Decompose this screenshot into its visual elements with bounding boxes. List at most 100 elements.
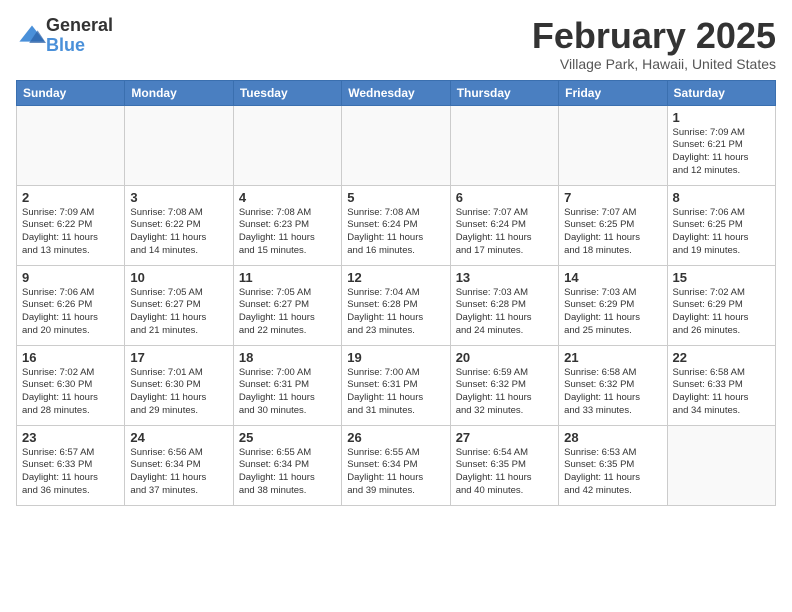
day-cell-0-4 [450, 105, 558, 185]
title-block: February 2025 Village Park, Hawaii, Unit… [532, 16, 776, 72]
day-info: Sunrise: 7:07 AM Sunset: 6:24 PM Dayligh… [456, 207, 553, 258]
day-cell-1-3: 5 Sunrise: 7:08 AM Sunset: 6:24 PM Daylig… [342, 185, 450, 265]
day-number: 23 [22, 430, 119, 445]
day-cell-4-2: 25 Sunrise: 6:55 AM Sunset: 6:34 PM Dayli… [233, 425, 341, 505]
day-info: Sunrise: 7:03 AM Sunset: 6:28 PM Dayligh… [456, 287, 553, 338]
logo-blue-label: Blue [46, 36, 113, 56]
day-number: 15 [673, 270, 770, 285]
day-info: Sunrise: 7:01 AM Sunset: 6:30 PM Dayligh… [130, 367, 227, 418]
day-number: 13 [456, 270, 553, 285]
day-number: 18 [239, 350, 336, 365]
day-number: 10 [130, 270, 227, 285]
day-cell-0-1 [125, 105, 233, 185]
col-monday: Monday [125, 80, 233, 105]
day-cell-1-2: 4 Sunrise: 7:08 AM Sunset: 6:23 PM Daylig… [233, 185, 341, 265]
day-info: Sunrise: 6:59 AM Sunset: 6:32 PM Dayligh… [456, 367, 553, 418]
col-tuesday: Tuesday [233, 80, 341, 105]
day-cell-3-6: 22Sunrise: 6:58 AM Sunset: 6:33 PM Dayli… [667, 345, 775, 425]
day-info: Sunrise: 7:06 AM Sunset: 6:26 PM Dayligh… [22, 287, 119, 338]
calendar-header: Sunday Monday Tuesday Wednesday Thursday… [17, 80, 776, 105]
day-number: 24 [130, 430, 227, 445]
day-number: 11 [239, 270, 336, 285]
day-info: Sunrise: 7:05 AM Sunset: 6:27 PM Dayligh… [239, 287, 336, 338]
calendar-table: Sunday Monday Tuesday Wednesday Thursday… [16, 80, 776, 506]
week-row-0: 1Sunrise: 7:09 AM Sunset: 6:21 PM Daylig… [17, 105, 776, 185]
week-row-2: 9Sunrise: 7:06 AM Sunset: 6:26 PM Daylig… [17, 265, 776, 345]
day-info: Sunrise: 7:08 AM Sunset: 6:23 PM Dayligh… [239, 207, 336, 258]
day-number: 16 [22, 350, 119, 365]
day-cell-3-1: 17 Sunrise: 7:01 AM Sunset: 6:30 PM Dayli… [125, 345, 233, 425]
day-info: Sunrise: 7:00 AM Sunset: 6:31 PM Dayligh… [347, 367, 444, 418]
day-cell-0-5 [559, 105, 667, 185]
day-number: 26 [347, 430, 444, 445]
day-cell-1-6: 8Sunrise: 7:06 AM Sunset: 6:25 PM Daylig… [667, 185, 775, 265]
day-info: Sunrise: 7:07 AM Sunset: 6:25 PM Dayligh… [564, 207, 661, 258]
col-sunday: Sunday [17, 80, 125, 105]
day-cell-2-4: 13 Sunrise: 7:03 AM Sunset: 6:28 PM Dayli… [450, 265, 558, 345]
day-info: Sunrise: 7:02 AM Sunset: 6:30 PM Dayligh… [22, 367, 119, 418]
day-number: 6 [456, 190, 553, 205]
header: General Blue February 2025 Village Park,… [16, 16, 776, 72]
day-number: 21 [564, 350, 661, 365]
day-number: 28 [564, 430, 661, 445]
logo-icon [18, 22, 46, 50]
col-friday: Friday [559, 80, 667, 105]
day-info: Sunrise: 6:56 AM Sunset: 6:34 PM Dayligh… [130, 447, 227, 498]
week-row-3: 16 Sunrise: 7:02 AM Sunset: 6:30 PM Dayli… [17, 345, 776, 425]
col-thursday: Thursday [450, 80, 558, 105]
day-cell-4-5: 28 Sunrise: 6:53 AM Sunset: 6:35 PM Dayli… [559, 425, 667, 505]
day-number: 4 [239, 190, 336, 205]
day-cell-4-0: 23 Sunrise: 6:57 AM Sunset: 6:33 PM Dayli… [17, 425, 125, 505]
day-cell-2-1: 10 Sunrise: 7:05 AM Sunset: 6:27 PM Dayli… [125, 265, 233, 345]
day-info: Sunrise: 6:58 AM Sunset: 6:32 PM Dayligh… [564, 367, 661, 418]
day-info: Sunrise: 6:55 AM Sunset: 6:34 PM Dayligh… [347, 447, 444, 498]
day-number: 17 [130, 350, 227, 365]
day-cell-1-5: 7Sunrise: 7:07 AM Sunset: 6:25 PM Daylig… [559, 185, 667, 265]
day-info: Sunrise: 7:00 AM Sunset: 6:31 PM Dayligh… [239, 367, 336, 418]
day-cell-2-5: 14 Sunrise: 7:03 AM Sunset: 6:29 PM Dayli… [559, 265, 667, 345]
page: General Blue February 2025 Village Park,… [0, 0, 792, 514]
day-info: Sunrise: 6:57 AM Sunset: 6:33 PM Dayligh… [22, 447, 119, 498]
day-cell-2-6: 15 Sunrise: 7:02 AM Sunset: 6:29 PM Dayli… [667, 265, 775, 345]
day-number: 5 [347, 190, 444, 205]
day-number: 12 [347, 270, 444, 285]
day-info: Sunrise: 6:55 AM Sunset: 6:34 PM Dayligh… [239, 447, 336, 498]
day-number: 25 [239, 430, 336, 445]
location-subtitle: Village Park, Hawaii, United States [532, 56, 776, 72]
header-row: Sunday Monday Tuesday Wednesday Thursday… [17, 80, 776, 105]
day-cell-1-1: 3Sunrise: 7:08 AM Sunset: 6:22 PM Daylig… [125, 185, 233, 265]
day-cell-2-0: 9Sunrise: 7:06 AM Sunset: 6:26 PM Daylig… [17, 265, 125, 345]
day-cell-4-1: 24 Sunrise: 6:56 AM Sunset: 6:34 PM Dayli… [125, 425, 233, 505]
day-cell-1-0: 2Sunrise: 7:09 AM Sunset: 6:22 PM Daylig… [17, 185, 125, 265]
week-row-1: 2Sunrise: 7:09 AM Sunset: 6:22 PM Daylig… [17, 185, 776, 265]
day-info: Sunrise: 6:54 AM Sunset: 6:35 PM Dayligh… [456, 447, 553, 498]
day-cell-0-2 [233, 105, 341, 185]
col-saturday: Saturday [667, 80, 775, 105]
day-info: Sunrise: 7:08 AM Sunset: 6:24 PM Dayligh… [347, 207, 444, 258]
day-cell-1-4: 6 Sunrise: 7:07 AM Sunset: 6:24 PM Daylig… [450, 185, 558, 265]
day-info: Sunrise: 7:09 AM Sunset: 6:21 PM Dayligh… [673, 127, 770, 178]
day-cell-0-6: 1Sunrise: 7:09 AM Sunset: 6:21 PM Daylig… [667, 105, 775, 185]
day-cell-0-0 [17, 105, 125, 185]
day-cell-4-6 [667, 425, 775, 505]
day-number: 19 [347, 350, 444, 365]
logo-general-label: General [46, 16, 113, 36]
day-cell-3-2: 18 Sunrise: 7:00 AM Sunset: 6:31 PM Dayli… [233, 345, 341, 425]
calendar-body: 1Sunrise: 7:09 AM Sunset: 6:21 PM Daylig… [17, 105, 776, 505]
day-cell-2-3: 12Sunrise: 7:04 AM Sunset: 6:28 PM Dayli… [342, 265, 450, 345]
day-info: Sunrise: 7:05 AM Sunset: 6:27 PM Dayligh… [130, 287, 227, 338]
day-info: Sunrise: 6:53 AM Sunset: 6:35 PM Dayligh… [564, 447, 661, 498]
day-info: Sunrise: 7:03 AM Sunset: 6:29 PM Dayligh… [564, 287, 661, 338]
day-number: 14 [564, 270, 661, 285]
day-number: 27 [456, 430, 553, 445]
day-info: Sunrise: 7:06 AM Sunset: 6:25 PM Dayligh… [673, 207, 770, 258]
col-wednesday: Wednesday [342, 80, 450, 105]
day-info: Sunrise: 7:08 AM Sunset: 6:22 PM Dayligh… [130, 207, 227, 258]
day-cell-4-3: 26 Sunrise: 6:55 AM Sunset: 6:34 PM Dayli… [342, 425, 450, 505]
day-cell-3-4: 20Sunrise: 6:59 AM Sunset: 6:32 PM Dayli… [450, 345, 558, 425]
day-info: Sunrise: 7:02 AM Sunset: 6:29 PM Dayligh… [673, 287, 770, 338]
day-cell-0-3 [342, 105, 450, 185]
day-cell-3-5: 21 Sunrise: 6:58 AM Sunset: 6:32 PM Dayli… [559, 345, 667, 425]
logo: General Blue [16, 16, 113, 56]
day-cell-3-3: 19 Sunrise: 7:00 AM Sunset: 6:31 PM Dayli… [342, 345, 450, 425]
